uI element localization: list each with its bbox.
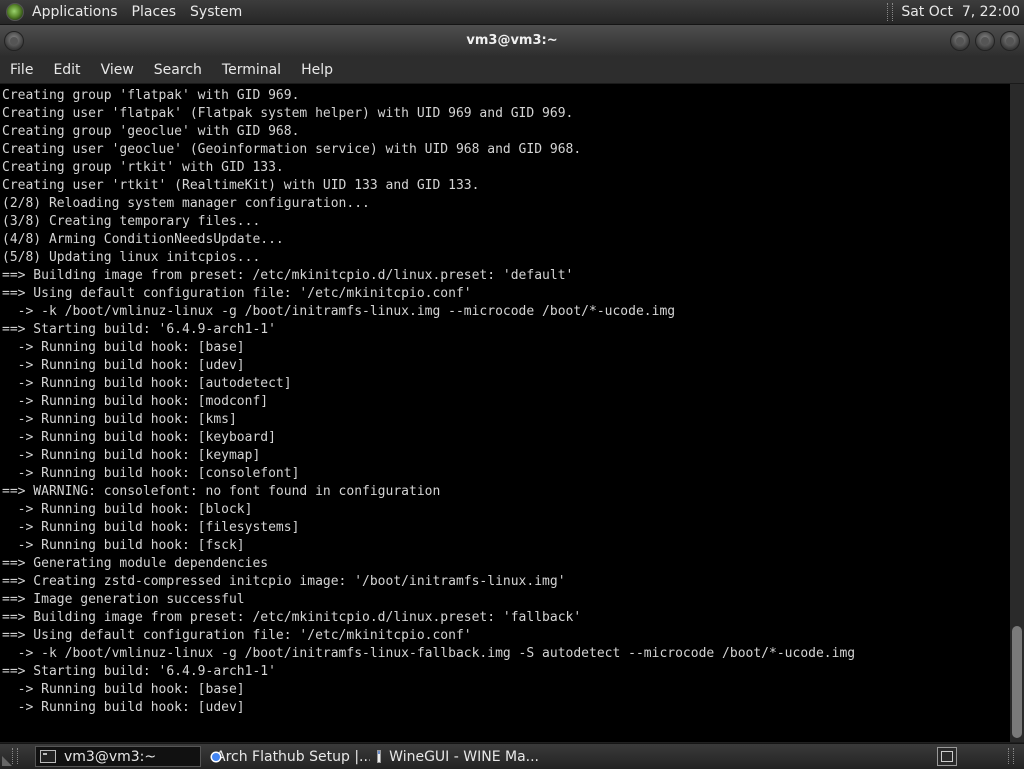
terminal-line: ==> Starting build: '6.4.9-arch1-1'	[2, 664, 276, 679]
taskbar-corner-icon	[2, 756, 12, 766]
terminal-icon	[40, 750, 56, 763]
terminal-line: ==> Using default configuration file: '/…	[2, 286, 472, 301]
task-winegui[interactable]: WineGUI - WINE Ma...	[373, 746, 539, 767]
terminal-line: ==> Creating zstd-compressed initcpio im…	[2, 574, 566, 589]
terminal-line: ==> Using default configuration file: '/…	[2, 628, 472, 643]
maximize-button[interactable]	[975, 31, 995, 51]
menu-system[interactable]: System	[190, 4, 242, 20]
menu-applications[interactable]: Applications	[32, 4, 118, 20]
terminal-lines: Creating group 'flatpak' with GID 969. Cr…	[2, 87, 855, 717]
terminal-line: -> Running build hook: [consolefont]	[2, 466, 300, 481]
menu-file[interactable]: File	[0, 62, 43, 78]
menu-places[interactable]: Places	[132, 4, 177, 20]
task-terminal[interactable]: vm3@vm3:~	[35, 746, 201, 767]
menubar: File Edit View Search Terminal Help	[0, 56, 1024, 84]
terminal-line: ==> Starting build: '6.4.9-arch1-1'	[2, 322, 276, 337]
menu-help[interactable]: Help	[291, 62, 343, 78]
terminal-line: Creating user 'geoclue' (Geoinformation …	[2, 142, 582, 157]
scrollbar-thumb[interactable]	[1012, 626, 1022, 738]
terminal-line: -> Running build hook: [keymap]	[2, 448, 261, 463]
menu-terminal[interactable]: Terminal	[212, 62, 291, 78]
task-browser[interactable]: Arch Flathub Setup |...	[204, 746, 370, 767]
terminal-line: Creating group 'rtkit' with GID 133.	[2, 160, 284, 175]
task-label: vm3@vm3:~	[64, 748, 157, 765]
terminal-line: -> Running build hook: [keyboard]	[2, 430, 276, 445]
terminal-line: (3/8) Creating temporary files...	[2, 214, 261, 229]
terminal-line: Creating group 'geoclue' with GID 968.	[2, 124, 300, 139]
window-titlebar[interactable]: vm3@vm3:~	[0, 25, 1024, 56]
terminal-line: (2/8) Reloading system manager configura…	[2, 196, 370, 211]
terminal-line: -> Running build hook: [kms]	[2, 412, 237, 427]
terminal-line: (5/8) Updating linux initcpios...	[2, 250, 261, 265]
pager-grip-icon[interactable]	[1008, 748, 1014, 764]
terminal-line: ==> Generating module dependencies	[2, 556, 269, 571]
terminal-line: -> Running build hook: [base]	[2, 340, 245, 355]
task-label: WineGUI - WINE Ma...	[389, 748, 539, 765]
terminal-line: -> -k /boot/vmlinuz-linux -g /boot/initr…	[2, 304, 676, 319]
terminal-output[interactable]: Creating group 'flatpak' with GID 969. Cr…	[0, 84, 1010, 742]
task-label: Arch Flathub Setup |...	[216, 748, 370, 765]
terminal-scrollbar[interactable]	[1010, 84, 1024, 742]
terminal-line: ==> WARNING: consolefont: no font found …	[2, 484, 441, 499]
terminal-line: -> Running build hook: [modconf]	[2, 394, 269, 409]
menu-search[interactable]: Search	[144, 62, 212, 78]
terminal-line: (4/8) Arming ConditionNeedsUpdate...	[2, 232, 284, 247]
terminal-line: -> Running build hook: [autodetect]	[2, 376, 292, 391]
clock-area: Sat Oct 7, 22:00	[887, 0, 1020, 24]
taskbar: vm3@vm3:~ Arch Flathub Setup |... WineGU…	[0, 743, 1024, 769]
window-title: vm3@vm3:~	[466, 33, 558, 48]
panel-menus: Applications Places System	[6, 0, 256, 24]
terminal-line: -> Running build hook: [udev]	[2, 700, 245, 715]
terminal-line: -> Running build hook: [filesystems]	[2, 520, 300, 535]
clock[interactable]: Sat Oct 7, 22:00	[901, 4, 1020, 20]
minimize-button[interactable]	[950, 31, 970, 51]
taskbar-grip-icon[interactable]	[12, 748, 18, 764]
terminal-line: -> Running build hook: [fsck]	[2, 538, 245, 553]
terminal-line: Creating group 'flatpak' with GID 969.	[2, 88, 300, 103]
terminal-line: ==> Building image from preset: /etc/mki…	[2, 610, 582, 625]
wine-window-icon	[377, 750, 382, 763]
show-desktop-icon[interactable]	[937, 747, 957, 766]
panel-handle-icon[interactable]	[887, 3, 894, 21]
terminal-line: ==> Building image from preset: /etc/mki…	[2, 268, 574, 283]
top-panel: Applications Places System Sat Oct 7, 22…	[0, 0, 1024, 25]
close-button[interactable]	[1000, 31, 1020, 51]
terminal-line: -> Running build hook: [udev]	[2, 358, 245, 373]
menu-view[interactable]: View	[91, 62, 144, 78]
terminal-line: -> Running build hook: [block]	[2, 502, 253, 517]
distro-logo-icon[interactable]	[6, 3, 24, 21]
terminal-line: -> -k /boot/vmlinuz-linux -g /boot/initr…	[2, 646, 856, 661]
terminal-line: Creating user 'flatpak' (Flatpak system …	[2, 106, 574, 121]
terminal-line: -> Running build hook: [base]	[2, 682, 245, 697]
terminal-line: ==> Image generation successful	[2, 592, 245, 607]
terminal-line: Creating user 'rtkit' (RealtimeKit) with…	[2, 178, 480, 193]
menu-edit[interactable]: Edit	[43, 62, 90, 78]
